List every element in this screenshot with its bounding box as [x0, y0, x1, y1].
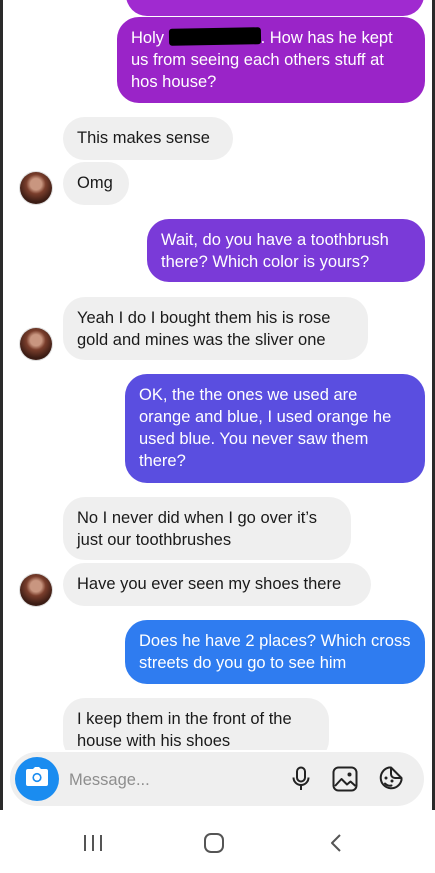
microphone-icon[interactable] [288, 766, 314, 792]
message-composer [10, 752, 424, 806]
message-bubble-outgoing[interactable]: OK, the the ones we used are orange and … [125, 374, 425, 483]
contact-avatar[interactable] [20, 328, 52, 360]
back-icon[interactable] [316, 830, 356, 856]
message-text: Omg [77, 174, 113, 192]
message-text: Wait, do you have a toothbrush there? Wh… [161, 231, 389, 271]
message-input[interactable] [67, 766, 271, 794]
message-text: OK, the the ones we used are orange and … [139, 386, 392, 470]
camera-icon [25, 766, 49, 792]
message-bubble-incoming[interactable]: Have you ever seen my shoes there [63, 563, 371, 606]
message-bubble-incoming[interactable]: No I never did when I go over it’s just … [63, 497, 351, 560]
message-bubble-outgoing[interactable]: Wait, do you have a toothbrush there? Wh… [147, 219, 425, 282]
message-bubble-outgoing[interactable] [126, 0, 424, 16]
message-bubble-outgoing[interactable]: Holy . How has he kept us from seeing ea… [117, 17, 425, 103]
message-text: Does he have 2 places? Which cross stree… [139, 632, 411, 672]
recent-apps-icon[interactable] [73, 830, 113, 856]
contact-avatar[interactable] [20, 172, 52, 204]
contact-avatar[interactable] [20, 574, 52, 606]
home-icon[interactable] [194, 830, 234, 856]
redaction-mark [168, 27, 261, 46]
camera-button[interactable] [15, 757, 59, 801]
message-bubble-incoming[interactable]: Yeah I do I bought them his is rose gold… [63, 297, 368, 360]
message-text: This makes sense [77, 129, 210, 147]
message-text: No I never did when I go over it’s just … [77, 509, 317, 549]
message-thread[interactable]: Holy . How has he kept us from seeing ea… [0, 0, 435, 750]
message-text-start: Holy [131, 29, 169, 47]
message-bubble-outgoing[interactable]: Does he have 2 places? Which cross stree… [125, 620, 425, 684]
gallery-icon[interactable] [332, 766, 358, 792]
message-text: I keep them in the front of the house wi… [77, 710, 292, 750]
message-text: Have you ever seen my shoes there [77, 575, 342, 593]
message-bubble-incoming[interactable]: This makes sense [63, 117, 233, 160]
sticker-icon[interactable] [377, 766, 403, 792]
message-bubble-incoming[interactable]: I keep them in the front of the house wi… [63, 698, 329, 750]
message-bubble-incoming[interactable]: Omg [63, 162, 129, 205]
message-text: Yeah I do I bought them his is rose gold… [77, 309, 331, 349]
system-navigation-bar [0, 810, 435, 873]
